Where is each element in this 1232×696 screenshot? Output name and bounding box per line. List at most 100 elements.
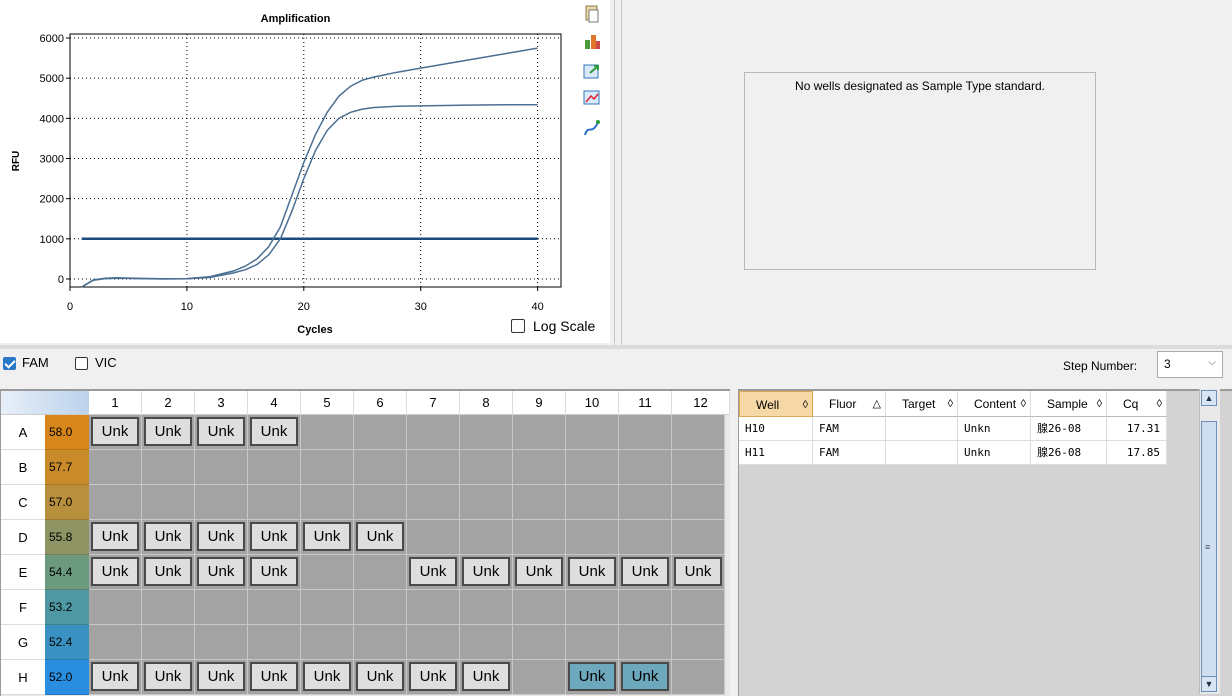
plate-well[interactable]: Unk	[407, 555, 460, 590]
plate-well[interactable]	[248, 485, 301, 520]
plate-well[interactable]	[619, 520, 672, 555]
plate-well[interactable]: Unk	[407, 660, 460, 695]
plate-well[interactable]: Unk	[89, 555, 142, 590]
plate-well[interactable]	[460, 590, 513, 625]
plate-well[interactable]: Unk	[142, 555, 195, 590]
export-icon[interactable]	[582, 61, 602, 81]
plate-well[interactable]	[195, 590, 248, 625]
plate-well[interactable]	[248, 450, 301, 485]
plate-well[interactable]: Unk	[195, 415, 248, 450]
plate-well[interactable]	[89, 485, 142, 520]
plate-column-header[interactable]: 8	[460, 391, 513, 415]
plate-well[interactable]: Unk	[672, 555, 725, 590]
table-column-header[interactable]: Content ◊	[958, 391, 1031, 417]
plate-well[interactable]	[301, 415, 354, 450]
plate-well[interactable]: Unk	[460, 660, 513, 695]
plate-well[interactable]	[513, 485, 566, 520]
plate-well[interactable]	[566, 450, 619, 485]
plate-well[interactable]	[672, 660, 725, 695]
horizontal-splitter[interactable]	[0, 345, 1232, 349]
plate-well[interactable]	[407, 450, 460, 485]
chart-settings-icon[interactable]	[582, 31, 602, 51]
plate-well[interactable]	[672, 520, 725, 555]
plate-well[interactable]	[460, 625, 513, 660]
plate-row-header[interactable]: E	[1, 555, 45, 590]
plate-well[interactable]	[301, 590, 354, 625]
plate-well[interactable]	[142, 590, 195, 625]
plate-table-splitter[interactable]	[731, 389, 737, 696]
fam-checkbox[interactable]	[3, 357, 16, 370]
plate-column-header[interactable]: 12	[672, 391, 730, 415]
plate-well[interactable]	[89, 590, 142, 625]
plate-well[interactable]	[460, 520, 513, 555]
plate-well[interactable]	[89, 625, 142, 660]
plate-well[interactable]	[301, 555, 354, 590]
plate-well[interactable]	[301, 485, 354, 520]
plate-well[interactable]	[619, 485, 672, 520]
plate-well[interactable]	[513, 450, 566, 485]
vic-checkbox[interactable]	[75, 357, 88, 370]
plate-column-header[interactable]: 1	[89, 391, 142, 415]
plate-well[interactable]: Unk	[248, 555, 301, 590]
plate-well[interactable]	[142, 485, 195, 520]
step-number-select[interactable]: 3 ⌵	[1157, 351, 1223, 378]
plate-well[interactable]	[142, 450, 195, 485]
plate-row-header[interactable]: D	[1, 520, 45, 555]
plate-well[interactable]: Unk	[142, 660, 195, 695]
plate-well[interactable]: Unk	[195, 555, 248, 590]
plate-well[interactable]	[672, 625, 725, 660]
curve-fit-icon[interactable]	[582, 118, 602, 138]
plate-row-header[interactable]: H	[1, 660, 45, 695]
plate-well[interactable]	[619, 415, 672, 450]
plate-well[interactable]	[195, 450, 248, 485]
plate-well[interactable]: Unk	[89, 520, 142, 555]
plate-well[interactable]	[566, 520, 619, 555]
plate-well[interactable]	[566, 625, 619, 660]
table-scrollbar[interactable]: ▲ ≡ ▼	[1199, 389, 1220, 694]
plate-well[interactable]	[619, 590, 672, 625]
plate-well[interactable]: Unk	[195, 660, 248, 695]
plate-well[interactable]	[301, 450, 354, 485]
vertical-splitter[interactable]	[614, 0, 622, 346]
plate-well[interactable]: Unk	[619, 555, 672, 590]
plate-well[interactable]	[672, 415, 725, 450]
plate-well[interactable]	[248, 625, 301, 660]
plate-well[interactable]	[672, 450, 725, 485]
plate-well[interactable]	[513, 625, 566, 660]
plate-well[interactable]: Unk	[142, 415, 195, 450]
plate-well[interactable]: Unk	[142, 520, 195, 555]
plate-well[interactable]	[301, 625, 354, 660]
plate-well[interactable]	[354, 450, 407, 485]
plate-well[interactable]	[460, 450, 513, 485]
plate-well[interactable]: Unk	[566, 660, 619, 695]
table-column-header[interactable]: Cq ◊	[1107, 391, 1167, 417]
plate-well[interactable]: Unk	[195, 520, 248, 555]
plate-well[interactable]: Unk	[89, 415, 142, 450]
plate-corner[interactable]	[1, 391, 89, 415]
plate-well[interactable]: Unk	[619, 660, 672, 695]
plate-well[interactable]	[672, 590, 725, 625]
plate-well[interactable]	[195, 485, 248, 520]
plate-row-header[interactable]: F	[1, 590, 45, 625]
plate-column-header[interactable]: 2	[142, 391, 195, 415]
plate-column-header[interactable]: 5	[301, 391, 354, 415]
plate-well[interactable]: Unk	[354, 660, 407, 695]
plate-well[interactable]: Unk	[89, 660, 142, 695]
log-scale-checkbox[interactable]	[511, 319, 525, 333]
plate-well[interactable]	[407, 415, 460, 450]
plate-column-header[interactable]: 4	[248, 391, 301, 415]
table-column-header[interactable]: Sample ◊	[1031, 391, 1107, 417]
plate-well[interactable]: Unk	[354, 520, 407, 555]
plate-well[interactable]: Unk	[513, 555, 566, 590]
plate-well[interactable]: Unk	[301, 660, 354, 695]
plate-well[interactable]	[407, 625, 460, 660]
plate-well[interactable]	[460, 415, 513, 450]
plate-well[interactable]	[354, 415, 407, 450]
scroll-thumb[interactable]: ≡	[1201, 421, 1217, 677]
plate-well[interactable]	[566, 415, 619, 450]
plate-well[interactable]	[619, 450, 672, 485]
plate-well[interactable]: Unk	[248, 520, 301, 555]
plate-column-header[interactable]: 10	[566, 391, 619, 415]
plate-well[interactable]	[407, 590, 460, 625]
plate-column-header[interactable]: 11	[619, 391, 672, 415]
